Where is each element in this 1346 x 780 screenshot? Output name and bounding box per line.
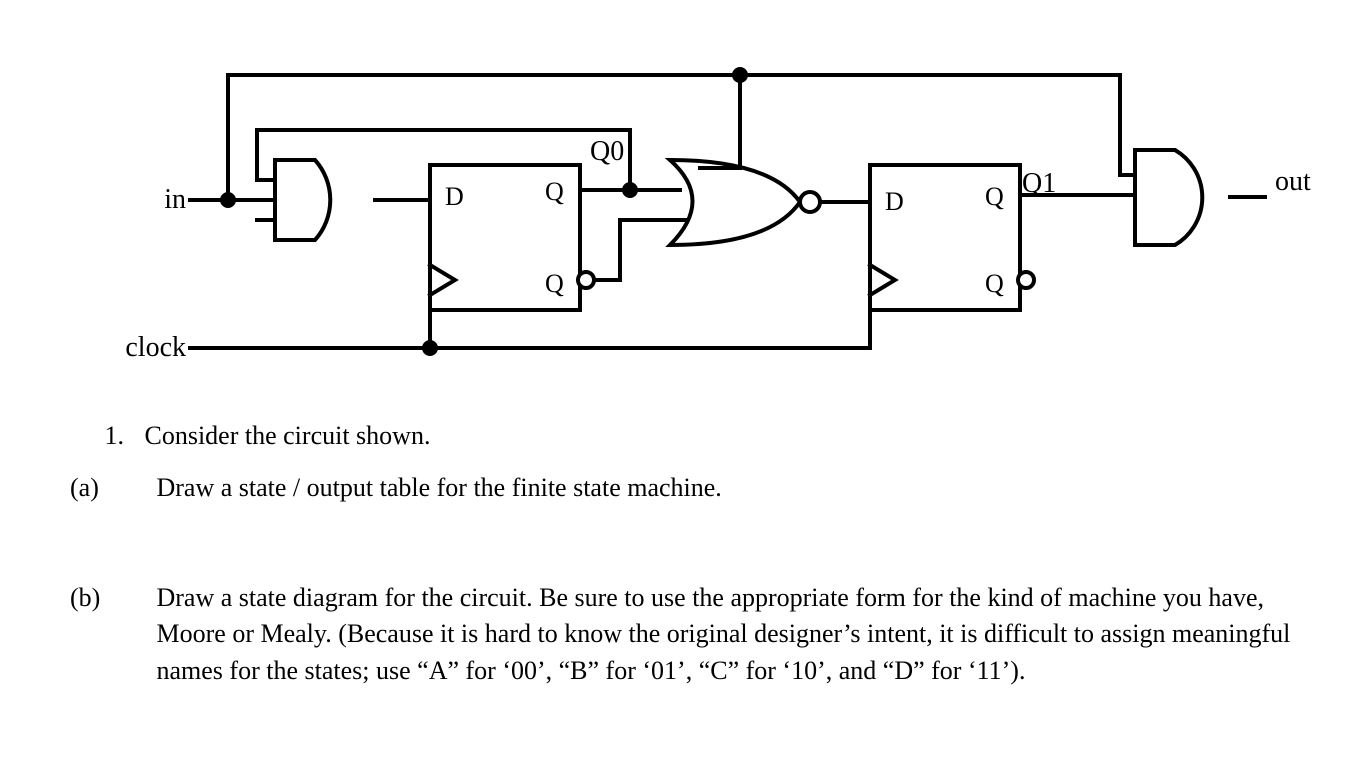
question-stem-text: Consider the circuit shown. [145, 421, 431, 450]
label-out: out [1275, 166, 1311, 197]
part-b-label: (b) [70, 580, 150, 616]
label-q1: Q1 [1022, 168, 1056, 199]
circuit-diagram: in clock out Q0 Q1 D Q Q D Q Q [0, 0, 1346, 410]
page: in clock out Q0 Q1 D Q Q D Q Q 1. Consid… [0, 0, 1346, 780]
ff1-qbar-label: Q [545, 269, 564, 298]
part-a-label: (a) [70, 470, 150, 506]
ff2-qbar-label: Q [985, 269, 1004, 298]
ff1-q-label: Q [545, 177, 564, 206]
ff2-q-label: Q [985, 182, 1004, 211]
question-part-b: (b) Draw a state diagram for the circuit… [70, 580, 1310, 689]
part-b-text: Draw a state diagram for the circuit. Be… [157, 580, 1297, 689]
question-stem: 1. Consider the circuit shown. [90, 418, 1290, 454]
ff1-d-label: D [445, 182, 464, 211]
part-a-text: Draw a state / output table for the fini… [157, 470, 1257, 506]
ff2-d-label: D [885, 187, 904, 216]
label-clock: clock [125, 332, 186, 363]
label-q0: Q0 [590, 136, 624, 167]
question-number: 1. [90, 418, 124, 454]
label-in: in [164, 184, 186, 215]
question-part-a: (a) Draw a state / output table for the … [70, 470, 1270, 506]
